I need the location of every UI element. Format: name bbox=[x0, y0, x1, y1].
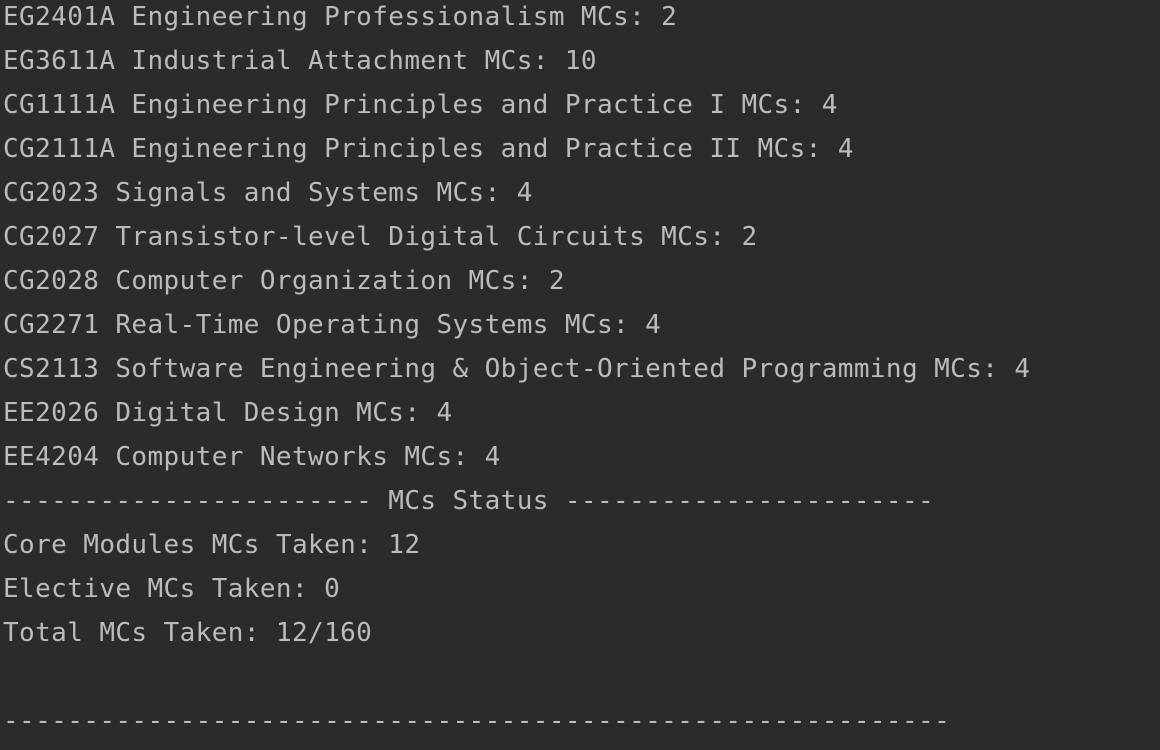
module-line-ee4204: EE4204 Computer Networks MCs: 4 bbox=[3, 442, 501, 472]
core-mcs-taken: Core Modules MCs Taken: 12 bbox=[3, 530, 421, 560]
module-line-cg2027: CG2027 Transistor-level Digital Circuits… bbox=[3, 222, 758, 252]
module-line-cg2028: CG2028 Computer Organization MCs: 2 bbox=[3, 266, 565, 296]
total-mcs-taken: Total MCs Taken: 12/160 bbox=[3, 618, 373, 648]
module-line-cg2271: CG2271 Real-Time Operating Systems MCs: … bbox=[3, 310, 662, 340]
module-line-cg2111a: CG2111A Engineering Principles and Pract… bbox=[3, 134, 854, 164]
elective-mcs-taken: Elective MCs Taken: 0 bbox=[3, 574, 341, 604]
module-line-cg1111a: CG1111A Engineering Principles and Pract… bbox=[3, 90, 838, 120]
module-line-eg2401a: EG2401A Engineering Professionalism MCs:… bbox=[3, 2, 678, 32]
mcs-status-header: ----------------------- MCs Status -----… bbox=[3, 486, 935, 516]
module-line-eg3611a: EG3611A Industrial Attachment MCs: 10 bbox=[3, 46, 597, 76]
console-output: EG2401A Engineering Professionalism MCs:… bbox=[0, 0, 1160, 750]
module-line-cs2113: CS2113 Software Engineering & Object-Ori… bbox=[3, 354, 1031, 384]
divider-line: ----------------------------------------… bbox=[3, 706, 951, 736]
module-line-ee2026: EE2026 Digital Design MCs: 4 bbox=[3, 398, 453, 428]
module-line-cg2023: CG2023 Signals and Systems MCs: 4 bbox=[3, 178, 533, 208]
